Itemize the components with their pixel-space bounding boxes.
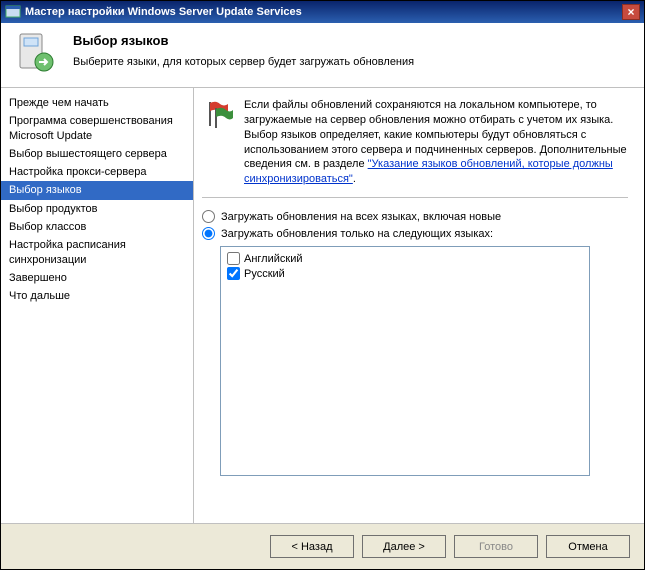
close-button[interactable]: × [622,4,640,20]
nav-item[interactable]: Завершено [1,269,193,287]
finish-button[interactable]: Готово [454,535,538,558]
separator [202,197,628,198]
language-label: Английский [244,253,303,265]
cancel-button[interactable]: Отмена [546,535,630,558]
radio-selected-label: Загружать обновления только на следующих… [221,228,493,240]
language-item[interactable]: Английский [225,251,585,266]
radio-all-label: Загружать обновления на всех языках, вкл… [221,211,501,223]
nav-item[interactable]: Выбор классов [1,218,193,236]
wizard-window: Мастер настройки Windows Server Update S… [0,0,645,570]
back-button[interactable]: < Назад [270,535,354,558]
radio-all-input[interactable] [202,210,215,223]
titlebar-text: Мастер настройки Windows Server Update S… [25,6,302,18]
language-label: Русский [244,268,285,280]
wizard-nav: Прежде чем начатьПрограмма совершенствов… [1,88,193,523]
page-title: Выбор языков [73,33,414,48]
nav-item[interactable]: Настройка расписания синхронизации [1,236,193,269]
nav-item[interactable]: Выбор вышестоящего сервера [1,145,193,163]
radio-all-languages[interactable]: Загружать обновления на всех языках, вкл… [202,210,628,223]
description-text: Если файлы обновлений сохраняются на лок… [244,98,628,187]
flags-icon [202,98,234,130]
wizard-footer: < Назад Далее > Готово Отмена [1,523,644,569]
nav-item[interactable]: Настройка прокси-сервера [1,163,193,181]
nav-item[interactable]: Выбор языков [1,181,193,199]
radio-selected-languages[interactable]: Загружать обновления только на следующих… [202,227,628,240]
nav-item[interactable]: Что дальше [1,287,193,305]
app-icon [5,4,21,20]
nav-item[interactable]: Выбор продуктов [1,200,193,218]
nav-item[interactable]: Прежде чем начать [1,94,193,112]
nav-item[interactable]: Программа совершенствования Microsoft Up… [1,112,193,145]
language-list[interactable]: Английский Русский [220,246,590,476]
language-checkbox[interactable] [227,252,240,265]
titlebar: Мастер настройки Windows Server Update S… [1,1,644,23]
next-button[interactable]: Далее > [362,535,446,558]
radio-selected-input[interactable] [202,227,215,240]
wizard-header: Выбор языков Выберите языки, для которых… [1,23,644,88]
desc-suffix: . [353,173,356,185]
language-item[interactable]: Русский [225,266,585,281]
page-subtitle: Выберите языки, для которых сервер будет… [73,56,414,68]
wizard-body: Прежде чем начатьПрограмма совершенствов… [1,88,644,523]
wizard-content: Если файлы обновлений сохраняются на лок… [193,88,644,523]
header-icon [13,31,61,79]
language-checkbox[interactable] [227,267,240,280]
